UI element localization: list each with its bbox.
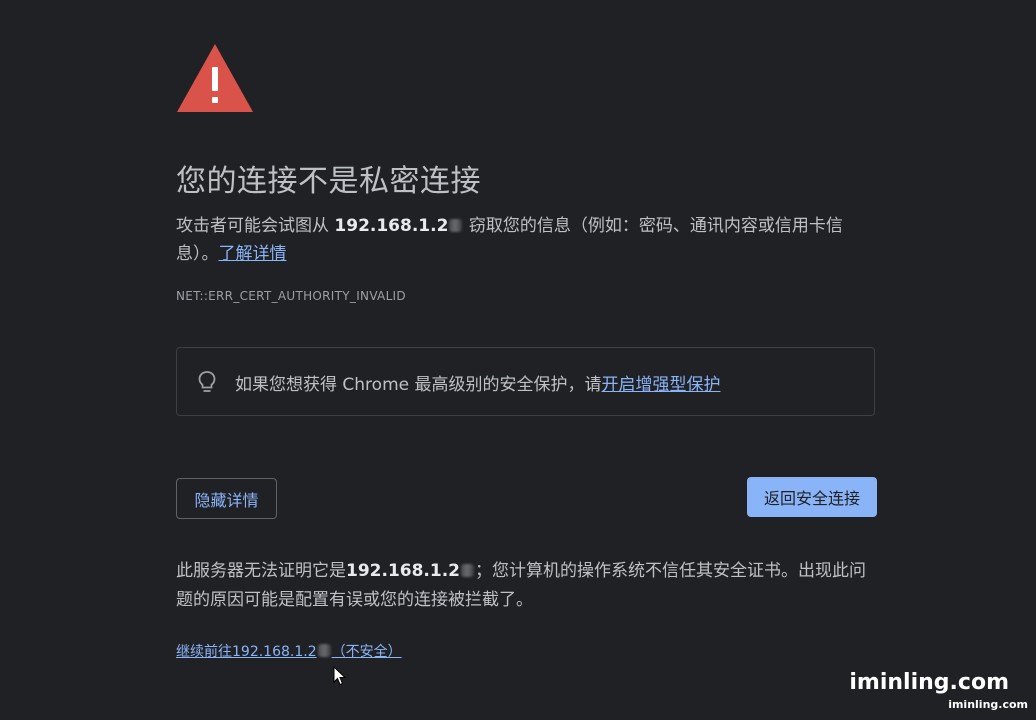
- watermark-large: iminling.com: [849, 670, 1009, 695]
- enhanced-protection-link[interactable]: 开启增强型保护: [602, 375, 721, 395]
- mouse-pointer-icon: [333, 666, 347, 686]
- back-to-safety-button[interactable]: 返回安全连接: [747, 477, 877, 517]
- enhanced-prefix: 如果您想获得 Chrome 最高级别的安全保护，请: [235, 375, 602, 395]
- page-title: 您的连接不是私密连接: [176, 164, 481, 199]
- enhanced-protection-box: 如果您想获得 Chrome 最高级别的安全保护，请开启增强型保护: [176, 347, 875, 416]
- warning-triangle-icon: [177, 44, 253, 112]
- redacted-blur: [461, 564, 475, 577]
- error-code: NET::ERR_CERT_AUTHORITY_INVALID: [176, 289, 406, 303]
- interstitial-page: 您的连接不是私密连接 攻击者可能会试图从 192.168.1.2 窃取您的信息（…: [0, 0, 1036, 720]
- details-text-1: 此服务器无法证明它是: [176, 561, 346, 581]
- redacted-blur: [449, 219, 463, 232]
- proceed-unsafe-link[interactable]: 继续前往192.168.1.2 （不安全）: [176, 641, 402, 661]
- proceed-suffix: （不安全）: [331, 644, 402, 660]
- proceed-prefix: 继续前往192.168.1.2: [176, 644, 317, 660]
- learn-more-link[interactable]: 了解详情: [219, 244, 287, 264]
- desc-text-1: 攻击者可能会试图从: [176, 216, 335, 236]
- details-message: 此服务器无法证明它是192.168.1.2 ；您计算机的操作系统不信任其安全证书。…: [176, 557, 876, 615]
- watermark-small: iminling.com: [948, 698, 1028, 711]
- enhanced-protection-text: 如果您想获得 Chrome 最高级别的安全保护，请开启增强型保护: [235, 370, 721, 395]
- redacted-blur: [317, 644, 331, 657]
- main-message: 攻击者可能会试图从 192.168.1.2 窃取您的信息（例如：密码、通讯内容或…: [176, 212, 856, 268]
- hide-details-button[interactable]: 隐藏详情: [176, 478, 277, 519]
- desc-host: 192.168.1.2: [334, 216, 449, 236]
- lightbulb-icon: [198, 371, 216, 392]
- details-host: 192.168.1.2: [346, 561, 461, 581]
